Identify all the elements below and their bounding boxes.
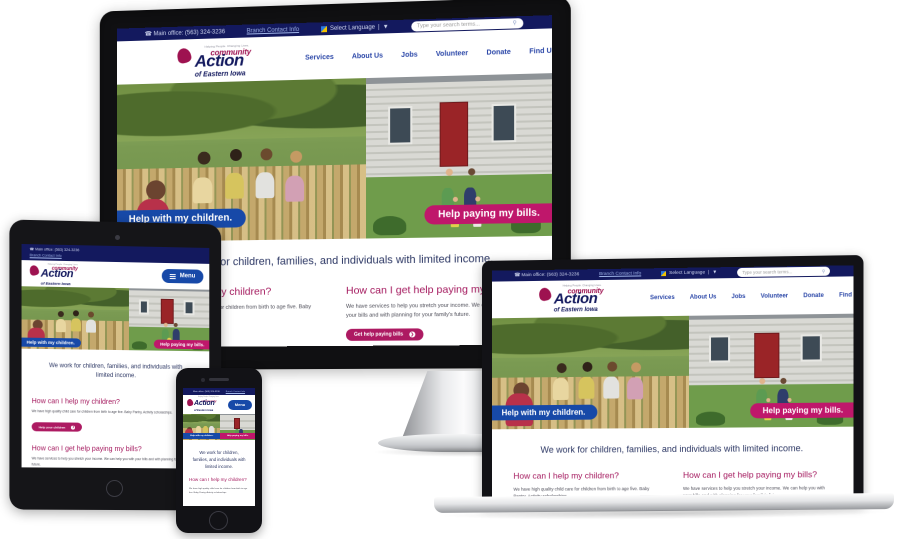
hero-photo-family-laptop[interactable]: Help paying my bills. [689, 313, 854, 428]
language-selector[interactable]: Select Language | ▼ [320, 23, 389, 32]
nav-item-donate-laptop[interactable]: Donate [803, 292, 824, 298]
topbar-phone-tablet: ☎ Main office: (563) 324-3236 [29, 247, 80, 253]
nav-item-jobs[interactable]: Jobs [401, 51, 418, 59]
nav-item-find-us[interactable]: Find Us [529, 47, 552, 55]
mission-statement-laptop: We work for children, families, and indi… [540, 443, 804, 455]
ribbon-help-paying-bills[interactable]: Help paying my bills. [423, 203, 553, 225]
help-columns-laptop: How can I help my children? We have high… [492, 467, 854, 497]
search-icon: ⚲ [512, 19, 517, 27]
tablet-home-button[interactable] [106, 480, 123, 497]
arrow-right-icon: ❯ [409, 331, 416, 338]
chevron-down-icon: ▼ [712, 270, 718, 276]
topbar-phone-mobile: Main office: (563) 324-3236 [192, 390, 220, 393]
ribbon-help-paying-bills-laptop[interactable]: Help paying my bills. [750, 402, 854, 419]
nav-item-donate[interactable]: Donate [487, 48, 511, 56]
ribbon-help-with-children-mobile[interactable]: Help with my children. [183, 433, 221, 440]
phone-icon: ☎ [514, 273, 521, 279]
phone-home-button[interactable] [209, 511, 228, 530]
website-laptop: ☎ Main office: (563) 324-3236 Branch Con… [491, 265, 854, 497]
chevron-down-icon: ▼ [382, 23, 389, 30]
translate-icon [320, 25, 327, 32]
phone-icon: ☎ [144, 31, 152, 38]
nav-item-about-us-laptop[interactable]: About Us [690, 294, 717, 300]
nav-item-volunteer[interactable]: Volunteer [436, 50, 468, 58]
hero-banner-laptop: Help with my children. Help paying my bi… [491, 313, 854, 430]
column-children-body-tablet: We have high quality child care for chil… [31, 409, 173, 415]
branch-contact-link-mobile[interactable]: Branch Contact Info [226, 391, 245, 393]
phone-icon: ☎ [29, 247, 35, 252]
device-laptop: ☎ Main office: (563) 324-3236 Branch Con… [434, 255, 894, 526]
site-header-mobile: Helping People. Changing Lives. communit… [183, 395, 255, 414]
heart-icon [175, 46, 193, 65]
phone-camera-icon [201, 377, 205, 382]
ribbon-help-paying-bills-tablet[interactable]: Help paying my bills. [154, 339, 210, 349]
menu-button-tablet[interactable]: Menu [161, 268, 204, 284]
topbar-phone: ☎ Main office: (563) 324-3236 [144, 29, 226, 38]
branch-contact-link-laptop[interactable]: Branch Contact Info [599, 271, 641, 277]
menu-button-mobile[interactable]: Menu [228, 399, 252, 410]
hero-photo-family[interactable]: Help paying my bills. [365, 73, 553, 239]
branch-contact-link[interactable]: Branch Contact Info [247, 26, 299, 34]
hero-photo-children-mobile[interactable]: Help with my children. [183, 414, 221, 440]
help-sections-mobile: How can I help my children? We have high… [183, 477, 255, 495]
translate-icon [661, 271, 667, 277]
hero-banner-tablet: Help with my children. Help paying my bi… [21, 286, 210, 352]
site-logo[interactable]: Helping People. Changing Lives. communit… [175, 40, 267, 80]
column-children-heading-laptop: How can I help my children? [513, 470, 619, 481]
hero-banner: Help with my children. Help paying my bi… [117, 73, 553, 243]
laptop-screen: ☎ Main office: (563) 324-3236 Branch Con… [491, 265, 854, 497]
main-nav-laptop: Services About Us Jobs Volunteer Donate … [650, 292, 853, 301]
ribbon-help-with-children-tablet[interactable]: Help with my children. [21, 337, 81, 348]
nav-item-jobs-laptop[interactable]: Jobs [731, 293, 745, 299]
website-mobile: Main office: (563) 324-3236 Branch Conta… [183, 388, 255, 506]
site-logo-laptop[interactable]: Helping People. Changing Lives. communit… [537, 282, 618, 316]
arrow-right-icon: ❯ [71, 425, 76, 430]
phone-screen: Main office: (563) 324-3236 Branch Conta… [183, 388, 255, 506]
topbar-phone-laptop: ☎ Main office: (563) 324-3236 [514, 272, 580, 279]
hamburger-icon [169, 273, 176, 279]
column-bills-laptop: How can I get help paying my bills? We h… [683, 469, 831, 497]
column-bills-heading-tablet: How can I get help paying my bills? [31, 445, 142, 453]
search-icon: ⚲ [821, 268, 826, 274]
hero-photo-family-mobile[interactable]: Help paying my bills. [220, 414, 255, 440]
site-logo-mobile[interactable]: Helping People. Changing Lives. communit… [186, 397, 223, 413]
help-your-children-button-tablet[interactable]: Help your children ❯ [31, 422, 83, 432]
site-header-laptop: Helping People. Changing Lives. communit… [491, 276, 854, 319]
device-smartphone: Main office: (563) 324-3236 Branch Conta… [176, 368, 262, 533]
nav-item-volunteer-laptop[interactable]: Volunteer [761, 293, 788, 299]
column-bills-heading-laptop: How can I get help paying my bills? [682, 469, 818, 480]
nav-item-services-laptop[interactable]: Services [650, 294, 675, 300]
hero-banner-mobile: Help with my children. Help paying my bi… [183, 414, 255, 440]
ribbon-help-with-children-laptop[interactable]: Help with my children. [491, 404, 598, 421]
nav-item-find-us-laptop[interactable]: Find Us [839, 292, 853, 298]
nav-item-services[interactable]: Services [305, 53, 334, 61]
hero-photo-children-tablet[interactable]: Help with my children. [21, 286, 130, 351]
column-children-laptop: How can I help my children? We have high… [513, 470, 659, 496]
site-logo-tablet[interactable]: Helping People. Changing Lives. communit… [28, 262, 88, 286]
nav-item-about-us[interactable]: About Us [352, 52, 383, 60]
hero-photo-children[interactable]: Help with my children. [117, 78, 366, 243]
column-children-heading-tablet: How can I help my children? [31, 398, 120, 407]
ribbon-help-paying-bills-mobile[interactable]: Help paying my bills. [220, 433, 255, 440]
search-input-laptop[interactable]: Type your search terms... ⚲ [737, 266, 831, 278]
get-help-paying-bills-button[interactable]: Get help paying bills ❯ [345, 328, 424, 341]
device-mockup-stage: ☎ Main office: (563) 324-3236 Branch Con… [0, 0, 905, 539]
column-children-body-mobile: We have high quality child care for chil… [189, 487, 248, 494]
mission-statement-mobile: We work for children, families, and indi… [192, 450, 246, 470]
hero-photo-children-laptop[interactable]: Help with my children. [491, 315, 690, 430]
language-selector-laptop[interactable]: Select Language | ▼ [661, 270, 718, 277]
heart-icon [186, 397, 194, 407]
hero-photo-family-tablet[interactable]: Help paying my bills. [129, 288, 210, 352]
main-nav: Services About Us Jobs Volunteer Donate … [305, 47, 552, 61]
column-children-heading-mobile: How can I help my children? [189, 477, 247, 483]
heart-icon [537, 286, 553, 303]
phone-speaker-icon [209, 378, 229, 381]
topbar-mobile: Main office: (563) 324-3236 Branch Conta… [183, 388, 255, 395]
heart-icon [28, 264, 40, 277]
branch-contact-link-tablet[interactable]: Branch Contact Info [30, 253, 62, 258]
column-bills-body-tablet: We have services to help you stretch you… [31, 456, 197, 467]
tablet-camera-icon [115, 235, 120, 240]
site-header-tablet: Helping People. Changing Lives. communit… [21, 260, 210, 290]
